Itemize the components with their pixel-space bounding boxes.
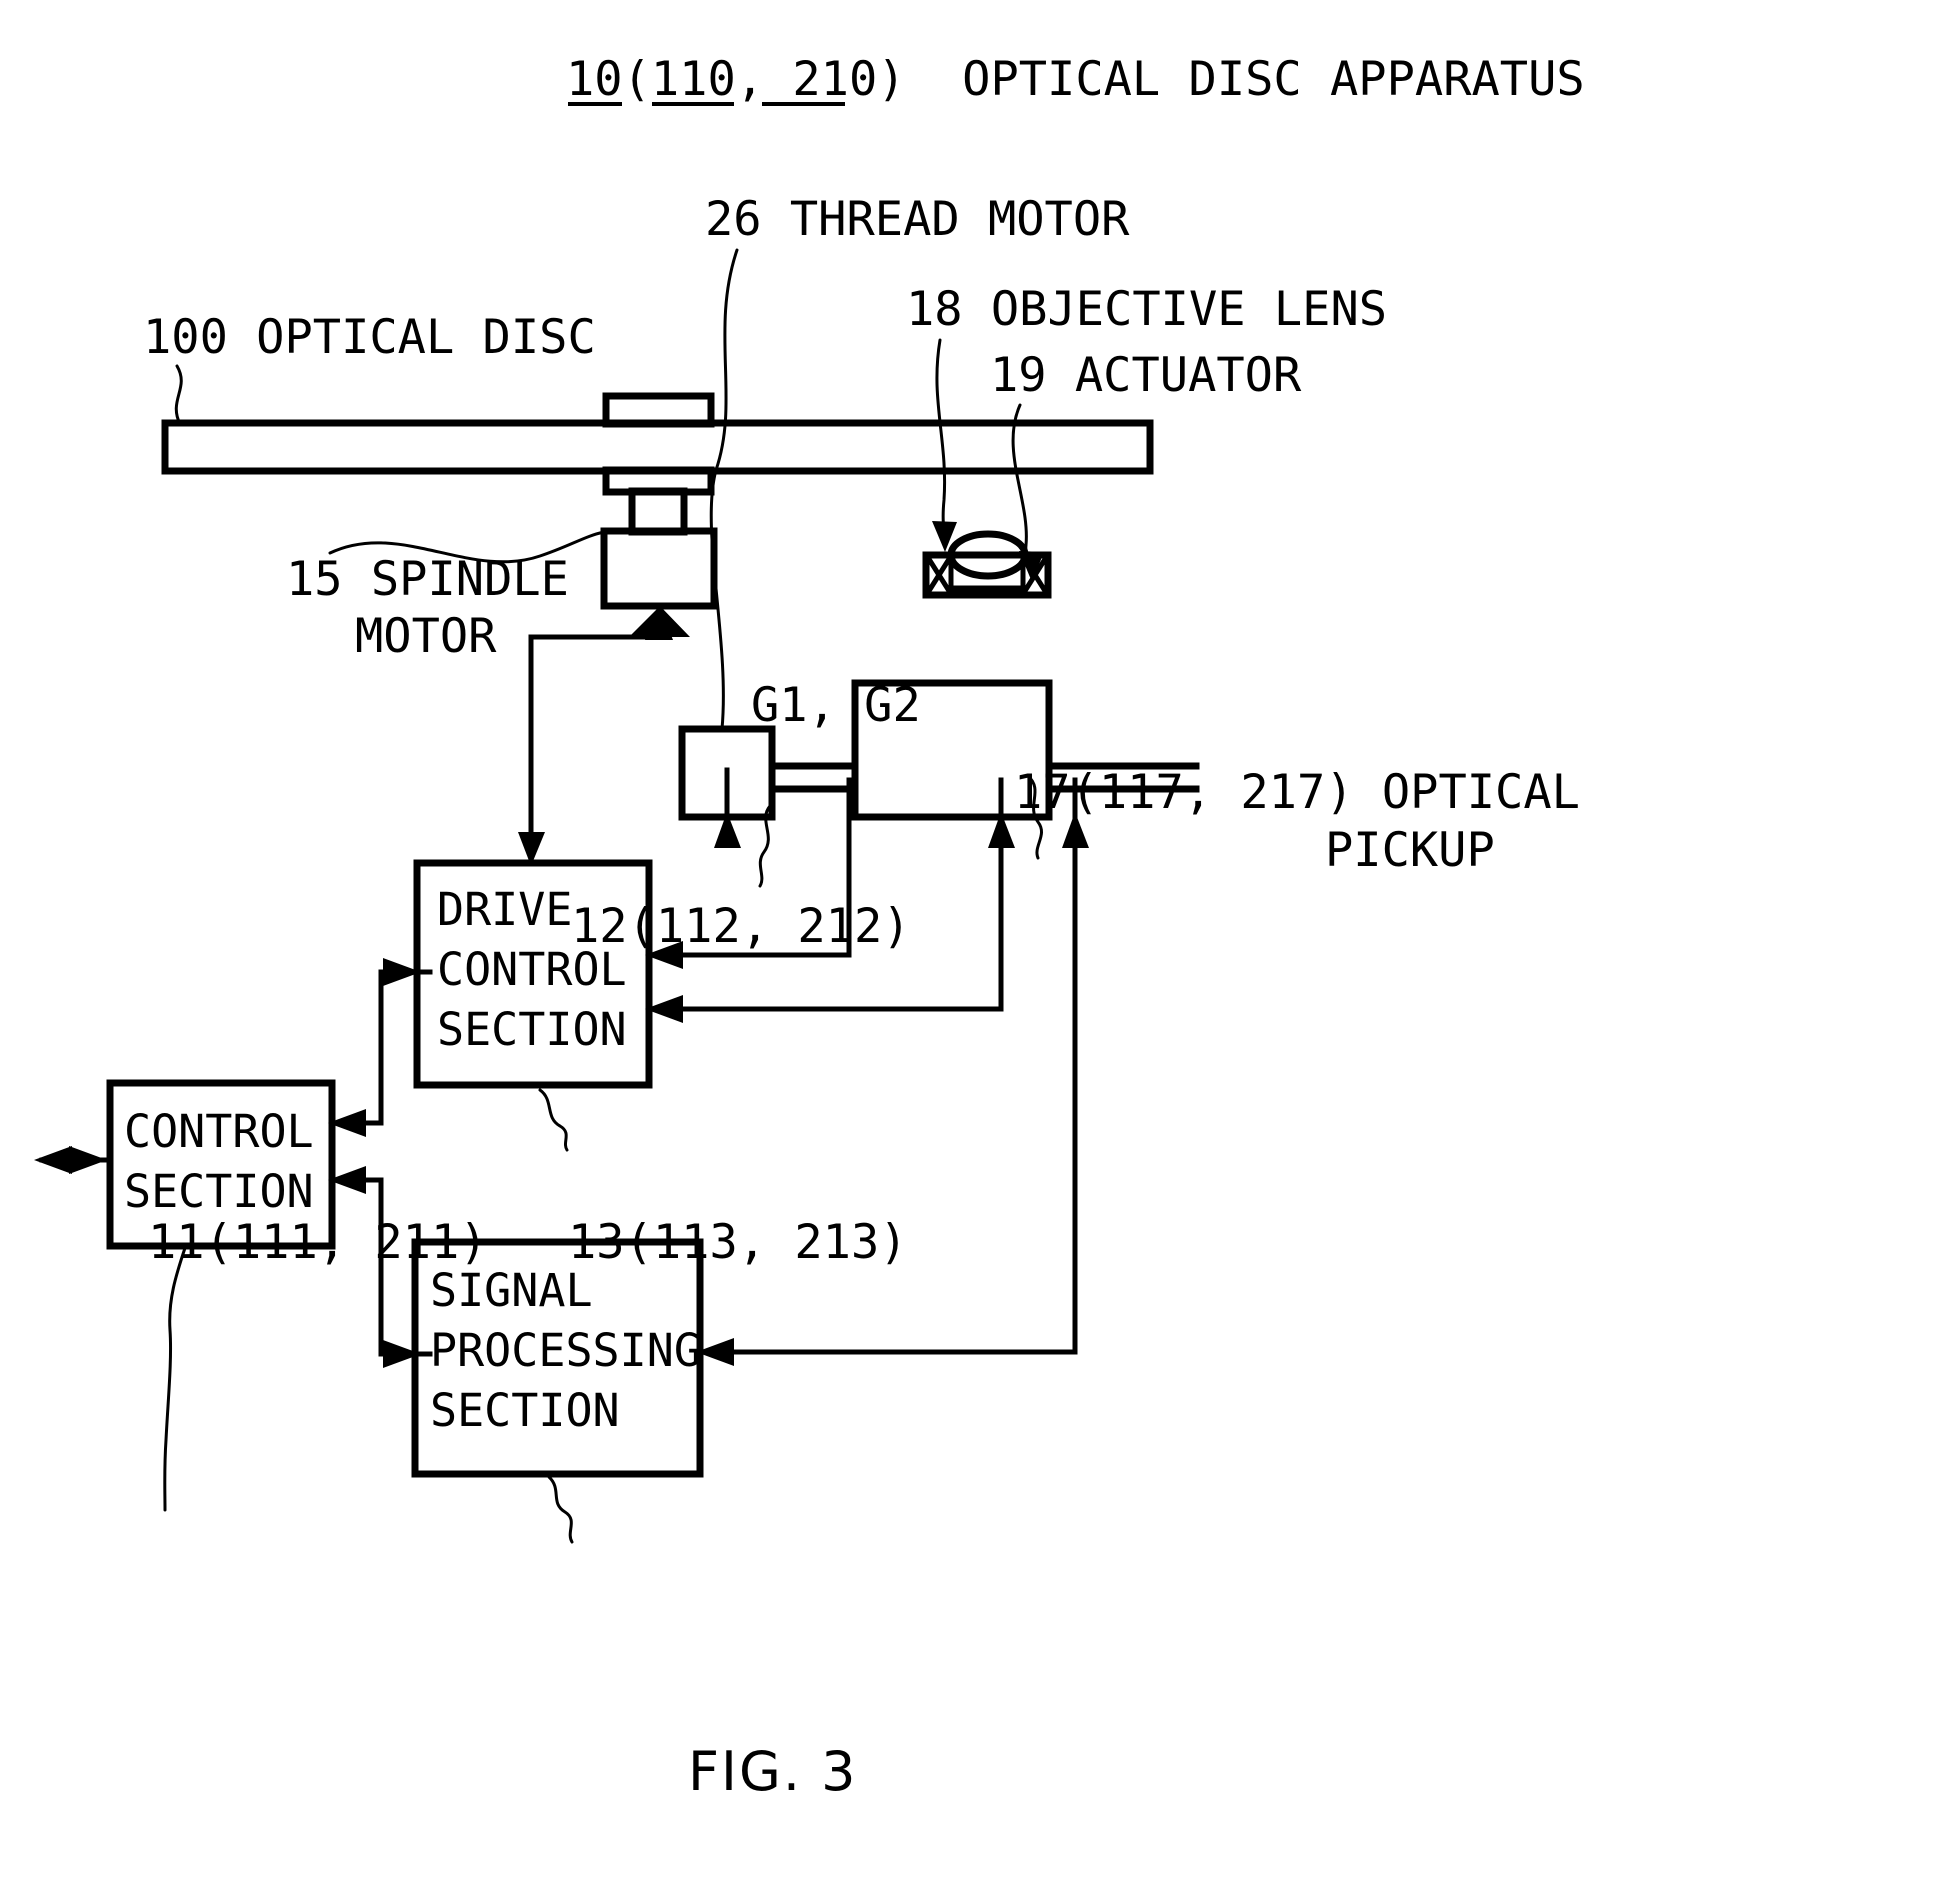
- figure-caption: FIG. 3: [688, 1740, 858, 1803]
- leader-signal-processing-ref: [547, 1475, 574, 1544]
- drive-control-line2: CONTROL: [437, 943, 627, 996]
- figure-title: 10(110, 210) OPTICAL DISC APPARATUS: [566, 52, 1585, 107]
- figure-title-group: 10(110, 210) OPTICAL DISC APPARATUS: [566, 52, 1585, 107]
- callout-objective-lens: 18 OBJECTIVE LENS: [906, 282, 1387, 337]
- callout-spindle-motor-line2: MOTOR: [355, 609, 497, 664]
- wire-drivecontrol-to-spindle: [528, 634, 662, 866]
- optical-disc-body: [161, 419, 1154, 475]
- thread-motor-assembly: [678, 248, 859, 888]
- leader-objective-lens: [935, 338, 947, 543]
- leader-optical-disc: [174, 364, 183, 426]
- arrowhead-into-control-right: [69, 1146, 107, 1174]
- signal-processing-line2: PROCESSING: [430, 1324, 701, 1377]
- drive-control-line3: SECTION: [437, 1003, 627, 1056]
- callout-actuator: 19 ACTUATOR: [990, 348, 1302, 403]
- drive-control-line1: DRIVE: [437, 883, 572, 936]
- figure-root: 10(110, 210) OPTICAL DISC APPARATUS 26 T…: [0, 0, 1948, 1892]
- control-section-line2: SECTION: [124, 1165, 314, 1218]
- leader-thread-motor: [709, 248, 739, 731]
- control-section-line1: CONTROL: [124, 1105, 314, 1158]
- signal-processing-section-block: SIGNAL PROCESSING SECTION: [411, 1238, 704, 1544]
- callout-thread-motor: 26 THREAD MOTOR: [705, 192, 1130, 247]
- patent-figure-diagram: 10(110, 210) OPTICAL DISC APPARATUS 26 T…: [34, 52, 1585, 1803]
- callout-optical-pickup-line2: PICKUP: [1325, 823, 1495, 878]
- signal-processing-line3: SECTION: [430, 1384, 620, 1437]
- callout-optical-disc: 100 OPTICAL DISC: [143, 310, 596, 365]
- control-section-block: CONTROL SECTION: [106, 1079, 336, 1512]
- spindle-motor-body: [600, 527, 718, 610]
- arrowhead-external-left: [34, 1146, 72, 1174]
- leader-drive-control-ref: [538, 1088, 569, 1152]
- leader-control-section-ref: [163, 1246, 187, 1512]
- signal-processing-line1: SIGNAL: [430, 1264, 593, 1317]
- spindle-shaft: [628, 487, 688, 536]
